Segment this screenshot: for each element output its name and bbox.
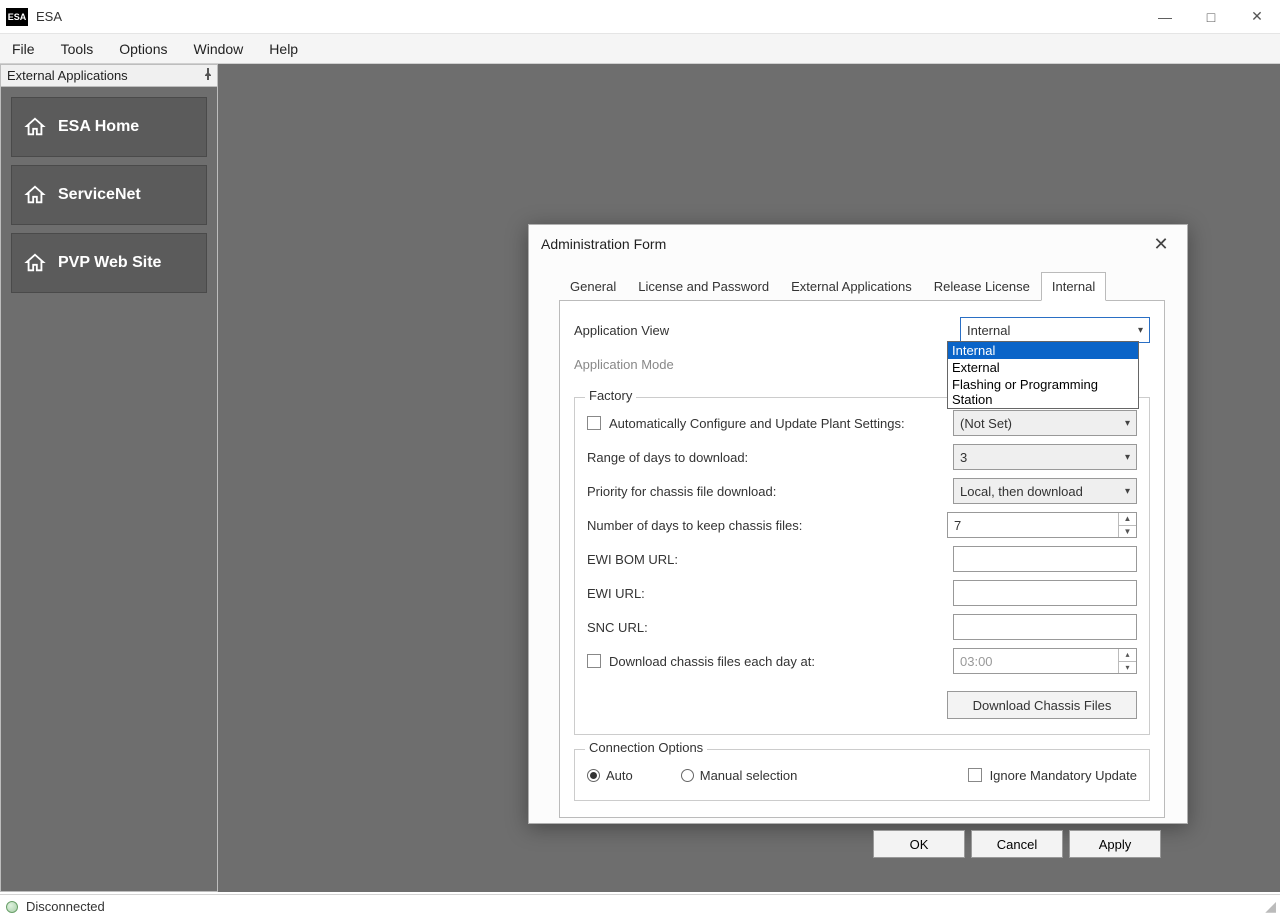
menu-options[interactable]: Options	[119, 41, 167, 57]
home-icon	[24, 184, 46, 206]
maximize-button[interactable]: □	[1188, 0, 1234, 34]
sidebar-item-esa-home[interactable]: ESA Home	[11, 97, 207, 157]
sidebar-item-label: PVP Web Site	[58, 254, 161, 272]
chevron-down-icon: ▾	[1125, 418, 1130, 429]
close-button[interactable]: ✕	[1234, 0, 1280, 34]
connection-status-text: Disconnected	[26, 899, 105, 914]
tab-release-license[interactable]: Release License	[923, 272, 1041, 301]
manual-selection-label: Manual selection	[700, 768, 798, 783]
sidebar-item-label: ESA Home	[58, 118, 139, 136]
workspace: yst Administration Form ✕ General Licens…	[218, 64, 1280, 892]
ignore-mandatory-update-label: Ignore Mandatory Update	[990, 768, 1137, 783]
sidebar-panel: External Applications ESA Home ServiceNe…	[0, 64, 218, 892]
plant-settings-dropdown[interactable]: (Not Set) ▾	[953, 410, 1137, 436]
plant-settings-value: (Not Set)	[960, 416, 1012, 431]
tab-general[interactable]: General	[559, 272, 627, 301]
download-time-value: 03:00	[960, 654, 993, 669]
keep-days-label: Number of days to keep chassis files:	[587, 518, 947, 533]
sidebar-item-pvp-web-site[interactable]: PVP Web Site	[11, 233, 207, 293]
factory-fieldset: Factory Automatically Configure and Upda…	[574, 397, 1150, 735]
dialog-title: Administration Form	[541, 236, 666, 252]
priority-download-dropdown[interactable]: Local, then download ▾	[953, 478, 1137, 504]
snc-url-input[interactable]	[953, 614, 1137, 640]
application-view-value: Internal	[967, 323, 1010, 338]
ignore-mandatory-update-checkbox[interactable]	[968, 768, 982, 782]
spinner-up-icon[interactable]: ▴	[1119, 649, 1136, 662]
priority-download-value: Local, then download	[960, 484, 1083, 499]
sidebar-body: ESA Home ServiceNet PVP Web Site	[1, 87, 217, 891]
sidebar-item-servicenet[interactable]: ServiceNet	[11, 165, 207, 225]
priority-download-label: Priority for chassis file download:	[587, 484, 953, 499]
sidebar-header: External Applications	[1, 65, 217, 87]
download-chassis-files-button[interactable]: Download Chassis Files	[947, 691, 1137, 719]
auto-configure-checkbox[interactable]	[587, 416, 601, 430]
sidebar-item-label: ServiceNet	[58, 186, 141, 204]
spinner-up-icon[interactable]: ▲	[1119, 513, 1136, 526]
minimize-button[interactable]: ―	[1142, 0, 1188, 34]
window-title: ESA	[36, 9, 1142, 24]
chevron-down-icon: ▾	[1125, 452, 1130, 463]
home-icon	[24, 116, 46, 138]
dialog-close-button[interactable]: ✕	[1147, 230, 1175, 258]
home-icon	[24, 252, 46, 274]
auto-radio[interactable]	[587, 769, 600, 782]
pin-icon[interactable]	[203, 68, 213, 83]
menu-bar: File Tools Options Window Help	[0, 34, 1280, 64]
connection-options-legend: Connection Options	[585, 740, 707, 755]
status-bar: Disconnected ◢	[0, 894, 1280, 918]
range-of-days-dropdown[interactable]: 3 ▾	[953, 444, 1137, 470]
application-view-dropdown[interactable]: Internal ▾	[960, 317, 1150, 343]
cancel-button[interactable]: Cancel	[971, 830, 1063, 858]
dialog-titlebar: Administration Form ✕	[529, 225, 1187, 263]
spinner-down-icon[interactable]: ▾	[1119, 662, 1136, 674]
dropdown-option-external[interactable]: External	[948, 359, 1138, 376]
chevron-down-icon: ▾	[1138, 325, 1143, 336]
dialog-button-row: OK Cancel Apply	[559, 830, 1165, 858]
administration-form-dialog: Administration Form ✕ General License an…	[528, 224, 1188, 824]
dropdown-option-flashing[interactable]: Flashing or Programming Station	[948, 376, 1138, 408]
spinner-down-icon[interactable]: ▼	[1119, 526, 1136, 538]
connection-options-fieldset: Connection Options Auto Manual selection	[574, 749, 1150, 801]
ewi-url-input[interactable]	[953, 580, 1137, 606]
connection-status-icon	[6, 901, 18, 913]
manual-selection-radio[interactable]	[681, 769, 694, 782]
tab-external-applications[interactable]: External Applications	[780, 272, 923, 301]
menu-tools[interactable]: Tools	[61, 41, 94, 57]
download-time-spinner[interactable]: 03:00 ▴▾	[953, 648, 1137, 674]
apply-button[interactable]: Apply	[1069, 830, 1161, 858]
app-icon: ESA	[6, 8, 28, 26]
keep-days-value: 7	[954, 518, 961, 533]
chevron-down-icon: ▾	[1125, 486, 1130, 497]
dropdown-option-internal[interactable]: Internal	[948, 342, 1138, 359]
tab-internal[interactable]: Internal	[1041, 272, 1106, 301]
ewi-bom-url-label: EWI BOM URL:	[587, 552, 953, 567]
menu-file[interactable]: File	[12, 41, 35, 57]
application-view-dropdown-list[interactable]: Internal External Flashing or Programmin…	[947, 341, 1139, 409]
application-view-label: Application View	[574, 323, 960, 338]
auto-radio-label: Auto	[606, 768, 633, 783]
factory-legend: Factory	[585, 388, 636, 403]
ewi-url-label: EWI URL:	[587, 586, 953, 601]
range-of-days-value: 3	[960, 450, 967, 465]
auto-configure-label: Automatically Configure and Update Plant…	[609, 416, 953, 431]
ok-button[interactable]: OK	[873, 830, 965, 858]
tab-bar: General License and Password External Ap…	[559, 271, 1165, 301]
ewi-bom-url-input[interactable]	[953, 546, 1137, 572]
download-each-day-checkbox[interactable]	[587, 654, 601, 668]
download-each-day-label: Download chassis files each day at:	[609, 654, 953, 669]
resize-grip-icon[interactable]: ◢	[1265, 898, 1276, 915]
menu-window[interactable]: Window	[194, 41, 244, 57]
keep-days-spinner[interactable]: 7 ▲▼	[947, 512, 1137, 538]
range-of-days-label: Range of days to download:	[587, 450, 953, 465]
title-bar: ESA ESA ― □ ✕	[0, 0, 1280, 34]
sidebar-title: External Applications	[7, 68, 128, 83]
menu-help[interactable]: Help	[269, 41, 298, 57]
tab-license-and-password[interactable]: License and Password	[627, 272, 780, 301]
snc-url-label: SNC URL:	[587, 620, 953, 635]
